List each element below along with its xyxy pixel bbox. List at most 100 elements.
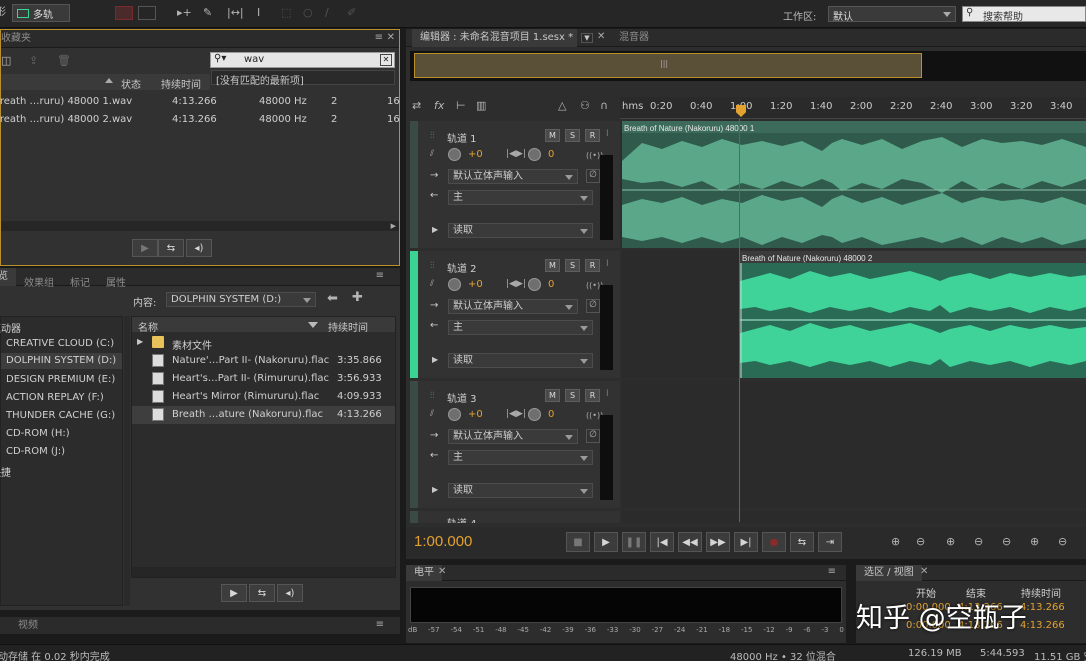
send-icon[interactable]: ⊢	[456, 99, 466, 112]
eq-icon[interactable]: ▥	[476, 99, 486, 112]
list-item[interactable]: ▶ 素材文件	[132, 334, 395, 352]
play-button[interactable]: ▶	[594, 532, 618, 552]
tab-markers[interactable]: 标记	[62, 275, 98, 293]
loop-button[interactable]: ⇆	[790, 532, 814, 552]
panel-menu-icon[interactable]: ≡	[828, 566, 836, 577]
input-select[interactable]: 默认立体声输入	[448, 429, 578, 444]
mode-waveform[interactable]: 波形	[0, 5, 10, 21]
current-time[interactable]: 1:00.000	[414, 533, 472, 550]
delete-icon[interactable]: 🗑	[57, 54, 71, 67]
lasso-tool-icon[interactable]: ○	[303, 6, 313, 19]
zoom-out-time-icon[interactable]: ⊖	[974, 535, 983, 548]
razor-tool-icon[interactable]: ✎	[203, 6, 212, 19]
list-item[interactable]: CD-ROM (H:)	[6, 428, 70, 439]
mute-button[interactable]: M	[545, 389, 560, 402]
import-icon[interactable]: ⇪	[29, 54, 38, 67]
sort-asc-icon[interactable]	[105, 78, 113, 83]
list-item[interactable]: Heart's…Part II- (Rimururu).flac 3:56.93…	[132, 370, 395, 388]
scroll-right-icon[interactable]: ▶	[391, 222, 396, 230]
slip-tool-icon[interactable]: |↔|	[227, 6, 244, 19]
heal-tool-icon[interactable]: ✐	[347, 6, 356, 19]
volume-knob[interactable]	[448, 408, 461, 421]
input-monitor-icon[interactable]: I	[606, 389, 609, 399]
fast-forward-button[interactable]: ▶▶	[706, 532, 730, 552]
pan-knob[interactable]	[528, 278, 541, 291]
back-arrow-icon[interactable]: ⬅	[327, 291, 338, 306]
skip-selection-button[interactable]: ⇥	[818, 532, 842, 552]
list-item[interactable]: CD-ROM (J:)	[6, 446, 65, 457]
tab-effects-rack[interactable]: 效果组	[16, 275, 62, 293]
pan-value[interactable]: 0	[548, 409, 554, 420]
move-tool-icon[interactable]: ▸+	[177, 6, 192, 19]
automation-select[interactable]: 读取	[448, 353, 593, 368]
close-icon[interactable]: ✕	[387, 32, 395, 43]
auto-play-button[interactable]: ◂)	[186, 239, 212, 257]
track-name[interactable]: 轨道 2	[447, 260, 477, 275]
editor-dropdown-icon[interactable]: ▼	[581, 33, 593, 43]
mode-multitrack-button[interactable]: 多轨	[12, 4, 70, 22]
empty-track-area[interactable]	[622, 251, 740, 378]
pan-value[interactable]: 0	[548, 279, 554, 290]
close-icon[interactable]: ✕	[920, 566, 928, 577]
swap-icon[interactable]: ⇄	[412, 99, 421, 112]
pause-button[interactable]: ❚❚	[622, 532, 646, 552]
record-arm-button[interactable]: R	[585, 129, 600, 142]
tab-selection-view[interactable]: 选区 / 视图	[856, 565, 922, 581]
output-select[interactable]: 主	[448, 450, 593, 465]
tab-media-browser[interactable]: 媒体浏览器	[0, 268, 16, 286]
close-icon[interactable]: ✕	[438, 566, 446, 577]
col-duration[interactable]: 持续时间	[328, 319, 368, 334]
marquee-tool-icon[interactable]: ⬚	[281, 6, 291, 19]
list-item[interactable]: Heart's Mirror (Rimururu).flac 4:09.933	[132, 388, 395, 406]
time-ruler[interactable]: hms 0:20 0:40 1:00 1:20 1:40 2:00 2:20 2…	[620, 97, 1086, 119]
record-transport-button[interactable]: ●	[762, 532, 786, 552]
close-icon[interactable]: ✕	[597, 31, 605, 42]
volume-knob[interactable]	[448, 148, 461, 161]
playhead-marker-icon[interactable]	[736, 105, 746, 117]
auto-play-button[interactable]: ◂)	[277, 584, 303, 602]
zoom-selection-out-icon[interactable]: ⊖	[1058, 535, 1067, 548]
pan-knob[interactable]	[528, 408, 541, 421]
open-file-icon[interactable]: ◫	[1, 54, 11, 67]
track-2-clip[interactable]: Breath of Nature (Nakoruru) 48000 2	[740, 251, 1086, 378]
metronome-icon[interactable]: △	[558, 99, 566, 112]
record-arm-button[interactable]: R	[585, 259, 600, 272]
zoom-out-amplitude-icon[interactable]: ⊖	[916, 535, 925, 548]
phase-invert-icon[interactable]: ∅	[586, 429, 600, 443]
solo-button[interactable]: S	[565, 259, 580, 272]
expand-icon[interactable]: ▶	[432, 485, 438, 494]
splitter[interactable]	[124, 316, 130, 606]
tab-mixer[interactable]: 混音器	[611, 29, 657, 47]
input-monitor-icon[interactable]: I	[606, 259, 609, 269]
go-start-button[interactable]: |◀	[650, 532, 674, 552]
content-location-select[interactable]: DOLPHIN SYSTEM (D:)	[166, 292, 316, 307]
mute-button[interactable]: M	[545, 259, 560, 272]
panel-menu-icon[interactable]: ≡	[376, 619, 384, 630]
zoom-full-icon[interactable]: ⊖	[1002, 535, 1011, 548]
record-arm-button[interactable]: R	[585, 389, 600, 402]
phase-invert-icon[interactable]: ∅	[586, 169, 600, 183]
fx-icon[interactable]: fx	[434, 99, 444, 112]
record-button[interactable]	[115, 6, 133, 20]
play-preview-button[interactable]: ▶	[221, 584, 247, 602]
tab-editor[interactable]: 编辑器 : 未命名混音项目 1.sesx *	[412, 29, 578, 47]
phase-invert-icon[interactable]: ∅	[586, 299, 600, 313]
volume-value[interactable]: +0	[468, 409, 483, 420]
expand-icon[interactable]: ▶	[432, 355, 438, 364]
col-name[interactable]: 名称	[138, 319, 158, 334]
list-item-selected[interactable]: DOLPHIN SYSTEM (D:)	[1, 353, 122, 369]
col-status[interactable]: 状态	[121, 76, 141, 91]
pan-knob[interactable]	[528, 148, 541, 161]
volume-knob[interactable]	[448, 278, 461, 291]
volume-value[interactable]: +0	[468, 279, 483, 290]
panel-menu-icon[interactable]: ≡	[376, 270, 384, 281]
tab-favorites[interactable]: 收藏夹	[0, 30, 39, 48]
stop-button[interactable]: ■	[566, 532, 590, 552]
headphones-icon[interactable]: ∩	[600, 99, 608, 112]
track-1-clip[interactable]: Breath of Nature (Nakoruru) 48000 1	[622, 121, 1086, 248]
zoom-in-amplitude-icon[interactable]: ⊕	[891, 535, 900, 548]
horizontal-scrollbar[interactable]: ▶	[1, 221, 399, 231]
panel-menu-icon[interactable]: ≡	[375, 32, 383, 43]
horizontal-scrollbar[interactable]	[132, 567, 395, 577]
loop-preview-button[interactable]: ⇆	[249, 584, 275, 602]
